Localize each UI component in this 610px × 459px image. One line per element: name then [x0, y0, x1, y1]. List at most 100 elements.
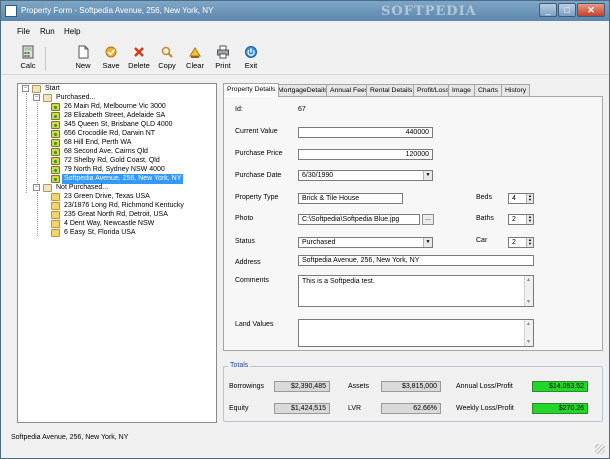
address-label: Address — [235, 259, 261, 266]
photo-path-field[interactable]: C:\Softpedia\Softpedia Blue.jpg — [298, 214, 420, 225]
dropdown-arrow-icon[interactable]: ▼ — [423, 171, 432, 180]
calc-label: Calc — [20, 61, 36, 70]
equity-label: Equity — [229, 405, 249, 412]
beds-label: Beds — [476, 194, 492, 201]
id-value: 67 — [298, 106, 306, 113]
resize-grip-icon[interactable] — [595, 444, 605, 454]
beds-value: 4 — [512, 195, 516, 202]
borrowings-label: Borrowings — [229, 383, 265, 390]
open-folder-icon — [43, 94, 52, 102]
car-stepper[interactable]: 2 ▲ ▼ — [508, 237, 534, 248]
delete-button[interactable]: Delete — [124, 45, 154, 73]
car-value: 2 — [512, 239, 516, 246]
photo-label: Photo — [235, 215, 254, 222]
toolbar: Calc New Save Delete Copy Clear Print Ex… — [1, 41, 609, 75]
dropdown-arrow-icon[interactable]: ▼ — [423, 238, 432, 247]
close-button[interactable]: ✕ — [577, 3, 605, 17]
spin-arrows-icon[interactable]: ▲ ▼ — [526, 215, 533, 224]
spin-arrows-icon[interactable]: ▲ ▼ — [526, 238, 533, 247]
exit-label: Exit — [244, 61, 258, 70]
property-type-label: Property Type — [235, 194, 279, 201]
menu-file[interactable]: File — [17, 27, 30, 36]
title-bar: Property Form - Softpedia Avenue, 256, N… — [1, 1, 609, 21]
calculator-icon — [22, 45, 34, 59]
collapse-icon[interactable]: − — [33, 184, 40, 191]
status-label: Status — [235, 238, 255, 245]
property-file-icon — [51, 121, 60, 129]
property-type-field[interactable]: Brick & Tile House — [298, 193, 403, 204]
calc-button[interactable]: Calc — [13, 45, 43, 73]
status-value: Purchased — [302, 239, 336, 246]
lvr-value: 62.66% — [381, 403, 441, 414]
id-label: Id: — [235, 106, 243, 113]
purchase-price-label: Purchase Price — [235, 150, 283, 157]
property-details-panel: Id: 67 Current Value 440000 Purchase Pri… — [223, 96, 603, 351]
purchase-date-picker[interactable]: 6/30/1990 ▼ — [298, 170, 433, 181]
new-button[interactable]: New — [68, 45, 98, 73]
folder-icon — [51, 193, 60, 201]
collapse-icon[interactable]: − — [33, 94, 40, 101]
baths-stepper[interactable]: 2 ▲ ▼ — [508, 214, 534, 225]
land-values-scrollbar[interactable] — [524, 320, 533, 346]
equity-value: $1,424,515 — [274, 403, 330, 414]
property-file-icon — [51, 112, 60, 120]
tree-connector — [26, 93, 27, 193]
annual-profit-label: Annual Loss/Profit — [456, 383, 513, 390]
menu-help[interactable]: Help — [64, 27, 80, 36]
collapse-icon[interactable]: − — [22, 85, 29, 92]
baths-value: 2 — [512, 216, 516, 223]
beds-stepper[interactable]: 4 ▲ ▼ — [508, 193, 534, 204]
land-values-textarea[interactable] — [298, 319, 534, 347]
comments-text: This is a Softpedia test. — [302, 278, 375, 285]
weekly-profit-label: Weekly Loss/Profit — [456, 405, 514, 412]
purchase-date-value: 6/30/1990 — [302, 172, 334, 179]
browse-photo-button[interactable]: ... — [422, 214, 434, 225]
copy-label: Copy — [158, 61, 176, 70]
property-form-window: Property Form - Softpedia Avenue, 256, N… — [0, 0, 610, 459]
tree-connector — [37, 192, 38, 236]
minimize-button[interactable]: _ — [539, 3, 557, 17]
totals-group: Totals Borrowings $2,390,485 Assets $3,8… — [223, 362, 603, 422]
tree-item-label: 6 Easy St, Florida USA — [64, 229, 136, 236]
current-value-field[interactable]: 440000 — [298, 127, 433, 138]
copy-button[interactable]: Copy — [152, 45, 182, 73]
purchase-date-label: Purchase Date — [235, 172, 282, 179]
comments-textarea[interactable]: This is a Softpedia test. — [298, 275, 534, 307]
menu-run[interactable]: Run — [40, 27, 55, 36]
save-button[interactable]: Save — [96, 45, 126, 73]
property-file-icon — [51, 103, 60, 111]
folder-icon — [51, 220, 60, 228]
exit-icon — [245, 46, 257, 58]
maximize-button[interactable]: □ — [558, 3, 576, 17]
open-folder-icon — [43, 184, 52, 192]
land-values-label: Land Values — [235, 321, 274, 328]
property-file-icon — [51, 157, 60, 165]
copy-icon — [161, 46, 173, 58]
property-file-icon — [51, 130, 60, 138]
property-tree[interactable]: − Start − Purchased... 26 Main Rd, Melbo… — [17, 83, 217, 423]
comments-label: Comments — [235, 277, 269, 284]
window-title: Property Form - Softpedia Avenue, 256, N… — [21, 6, 214, 15]
borrowings-value: $2,390,485 — [274, 381, 330, 392]
purchase-price-field[interactable]: 120000 — [298, 149, 433, 160]
lvr-label: LVR — [348, 405, 362, 412]
address-field[interactable]: Softpedia Avenue, 256, New York, NY — [298, 255, 534, 266]
exit-button[interactable]: Exit — [236, 45, 266, 73]
menu-bar: File Run Help — [1, 23, 609, 39]
spin-arrows-icon[interactable]: ▲ ▼ — [526, 194, 533, 203]
open-folder-icon — [32, 85, 41, 93]
tab-strip: Property Details MortgageDetails Annual … — [223, 83, 603, 97]
print-button[interactable]: Print — [208, 45, 238, 73]
delete-label: Delete — [128, 61, 150, 70]
annual-profit-value: $14,053.52 — [532, 381, 588, 392]
status-select[interactable]: Purchased ▼ — [298, 237, 433, 248]
folder-icon — [51, 229, 60, 237]
print-label: Print — [215, 61, 231, 70]
assets-label: Assets — [348, 383, 370, 390]
comments-scrollbar[interactable] — [524, 276, 533, 306]
new-label: New — [75, 61, 91, 70]
tab-property-details[interactable]: Property Details — [223, 83, 280, 97]
folder-icon — [51, 211, 60, 219]
clear-button[interactable]: Clear — [180, 45, 210, 73]
current-value-label: Current Value — [235, 128, 278, 135]
